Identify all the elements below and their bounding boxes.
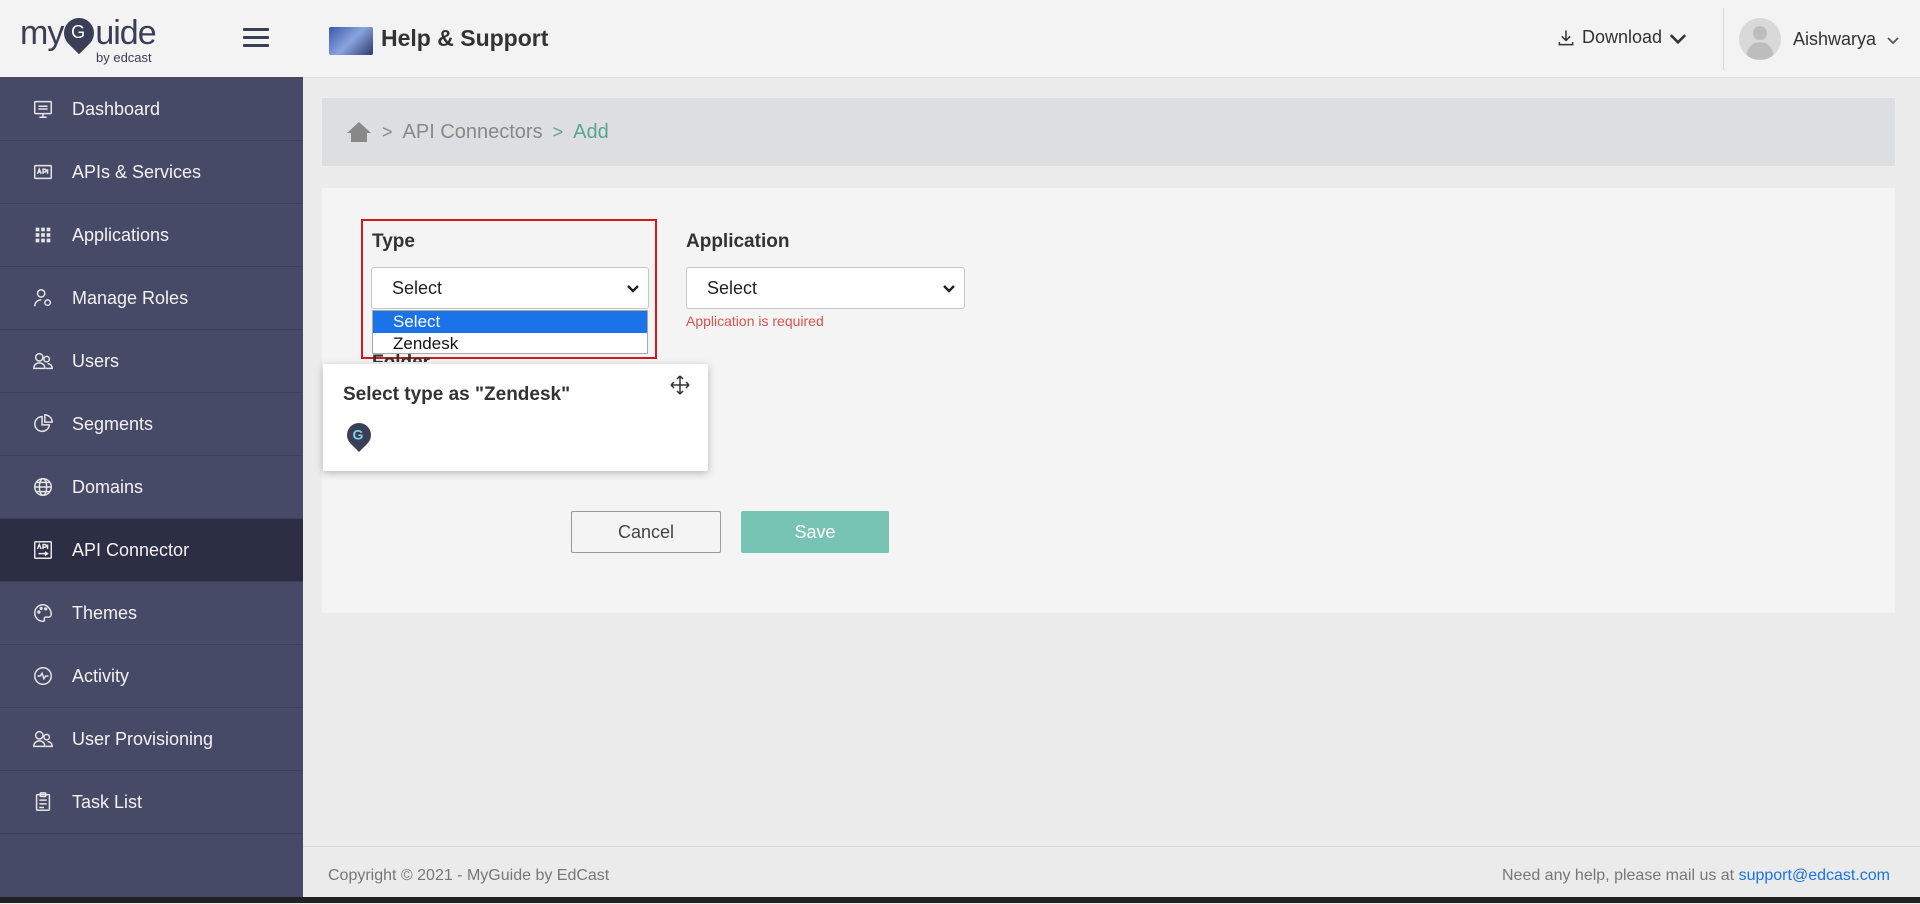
sidebar-item-label: User Provisioning [72,728,214,749]
copyright-text: Copyright © 2021 - MyGuide by EdCast [328,867,610,884]
breadcrumb-api-connectors[interactable]: API Connectors [403,121,543,144]
logo-bar: myuide by edcast [0,0,304,77]
activity-icon [30,663,56,689]
sidebar-item-apis-services[interactable]: APIs & Services [0,141,303,204]
api-connector-icon [30,537,56,563]
menu-toggle-icon[interactable] [243,28,269,48]
sidebar-item-themes[interactable]: Themes [0,582,303,645]
breadcrumb-separator: > [382,121,393,142]
api-icon [30,159,56,185]
support-email-link[interactable]: support@edcast.com [1739,867,1890,884]
sidebar-item-label: Dashboard [72,98,161,119]
sidebar-item-label: API Connector [72,539,190,560]
sidebar-item-manage-roles[interactable]: Manage Roles [0,267,303,330]
footer: Copyright © 2021 - MyGuide by EdCast Nee… [303,846,1920,904]
download-icon [1558,30,1574,45]
type-label: Type [372,231,415,252]
chevron-down-icon [1670,33,1687,44]
type-option-select[interactable]: Select [373,311,647,333]
sidebar-item-label: Segments [72,413,154,434]
clipboard-icon [30,789,56,815]
type-select[interactable]: Select [371,267,649,309]
avatar[interactable] [1739,18,1781,60]
top-header: Help & Support Download Aishwarya [303,0,1920,78]
tooltip-text: Select type as "Zendesk" [343,384,571,405]
grid-icon [30,222,56,248]
cancel-button[interactable]: Cancel [571,511,721,553]
sidebar-item-label: Applications [72,224,170,245]
breadcrumb-separator: > [552,121,564,142]
sidebar: myuide by edcast Dashboard APIs & Servic… [0,0,304,903]
help-message: Need any help, please mail us at [1501,867,1739,884]
folder-label: Folder [372,352,430,362]
pie-chart-icon [30,411,56,437]
monitor-icon [30,96,56,122]
help-text: Need any help, please mail us at support… [1502,867,1890,885]
sidebar-item-task-list[interactable]: Task List [0,771,303,834]
sidebar-nav: Dashboard APIs & Services Applications M… [0,78,303,834]
myguide-logo[interactable]: myuide [20,11,157,55]
application-label: Application [686,231,790,252]
user-menu[interactable]: Aishwarya [1793,29,1900,50]
logo-subtitle: by edcast [96,50,152,65]
type-dropdown-list[interactable]: Select Zendesk [372,310,648,354]
download-label: Download [1582,27,1663,47]
users-icon [30,348,56,374]
palette-icon [30,600,56,626]
sidebar-item-label: Users [72,350,120,371]
home-icon[interactable] [346,120,372,144]
sidebar-item-users[interactable]: Users [0,330,303,393]
bottom-strip [0,897,1920,903]
download-button[interactable]: Download [1556,27,1688,48]
chevron-down-icon [627,285,639,293]
help-support-thumbnail [329,27,373,55]
breadcrumb-add: Add [573,120,609,143]
sidebar-item-api-connector[interactable]: API Connector [0,519,303,582]
sidebar-item-applications[interactable]: Applications [0,204,303,267]
sidebar-item-user-provisioning[interactable]: User Provisioning [0,708,303,771]
save-button[interactable]: Save [741,511,889,553]
sidebar-item-activity[interactable]: Activity [0,645,303,708]
chevron-down-icon [1887,36,1899,44]
header-divider [1723,8,1724,70]
globe-icon [30,474,56,500]
sidebar-item-label: Manage Roles [72,287,189,308]
sidebar-item-domains[interactable]: Domains [0,456,303,519]
page-title: Help & Support [381,25,549,51]
sidebar-item-label: Activity [72,665,130,686]
sidebar-item-label: Task List [72,791,143,812]
users-icon [30,726,56,752]
application-error: Application is required [686,313,824,329]
sidebar-item-label: APIs & Services [72,161,202,182]
user-gear-icon [30,285,56,311]
move-icon[interactable] [668,373,692,397]
application-select-value: Select [707,277,758,298]
user-name: Aishwarya [1793,29,1877,49]
application-select[interactable]: Select [686,267,965,309]
guide-tooltip: Select type as "Zendesk" G [323,364,708,471]
sidebar-item-dashboard[interactable]: Dashboard [0,78,303,141]
breadcrumb: > API Connectors > Add [322,98,1895,166]
sidebar-item-label: Themes [72,602,138,623]
sidebar-item-segments[interactable]: Segments [0,393,303,456]
myguide-pin-icon: G [342,418,376,452]
type-select-value: Select [392,277,443,298]
chevron-down-icon [943,285,955,293]
sidebar-item-label: Domains [72,476,144,497]
